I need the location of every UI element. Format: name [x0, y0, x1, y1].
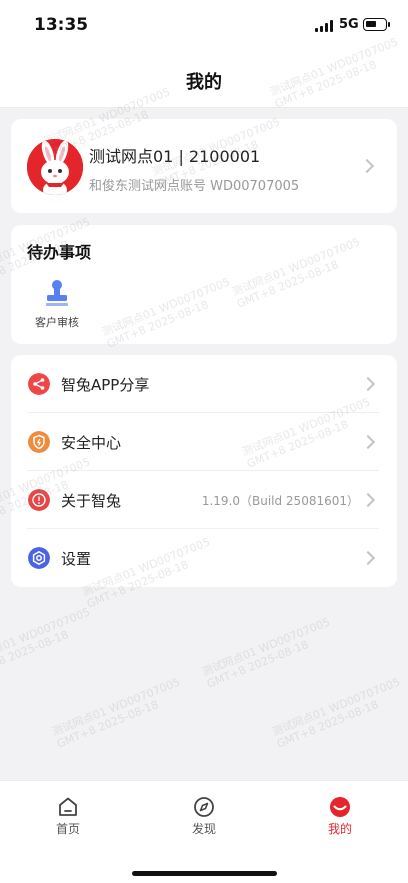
avatar	[27, 139, 83, 195]
todo-card: 待办事项 客户审核	[11, 225, 397, 344]
watermark: 测试网点01 WD00707005GMT+8 2025-08-18	[50, 675, 182, 751]
menu-item-label: 关于智兔	[61, 492, 122, 510]
tab-mine[interactable]: 我的	[310, 793, 370, 843]
tab-label: 首页	[55, 822, 80, 836]
chevron-right-icon	[360, 492, 376, 508]
todo-title: 待办事项	[27, 243, 92, 262]
app-version: 1.19.0（Build 25081601）	[201, 494, 359, 508]
info-icon	[28, 489, 50, 511]
menu-item-about[interactable]: 关于智兔 1.19.0（Build 25081601）	[11, 471, 397, 529]
chevron-right-icon	[359, 158, 375, 174]
chevron-right-icon	[360, 550, 376, 566]
tab-home[interactable]: 首页	[38, 793, 98, 843]
profile-icon	[330, 796, 350, 817]
todo-item-customer-review[interactable]: 客户审核	[25, 275, 89, 331]
tab-bar: 首页 发现 我的	[0, 780, 408, 883]
profile-name: 测试网点01 | 2100001	[89, 147, 261, 166]
menu-item-label: 设置	[61, 550, 92, 568]
menu-item-label: 安全中心	[61, 434, 122, 452]
todo-item-label: 客户审核	[35, 316, 79, 329]
watermark: 测试网点01 WD00707005GMT+8 2025-08-18	[200, 615, 332, 691]
tab-label: 我的	[327, 822, 352, 836]
rabbit-mascot-icon	[27, 139, 83, 195]
signal-icon	[315, 20, 335, 32]
home-indicator	[132, 871, 277, 876]
stamp-icon	[46, 280, 68, 306]
menu-item-share-app[interactable]: 智兔APP分享	[11, 355, 397, 413]
tab-discover[interactable]: 发现	[174, 793, 234, 843]
battery-icon	[363, 18, 390, 31]
chevron-right-icon	[360, 376, 376, 392]
gear-icon	[28, 547, 50, 569]
nav-bar: 我的	[0, 50, 408, 108]
tab-label: 发现	[191, 822, 216, 836]
menu-card: 智兔APP分享 安全中心 关于智兔 1.19.0（Build 25081601）	[11, 355, 397, 587]
status-time: 13:35	[34, 15, 89, 35]
status-bar: 13:35 5G	[0, 0, 408, 50]
watermark: 测试网点01 WD00707005GMT+8 2025-08-18	[270, 675, 402, 751]
page-title: 我的	[186, 72, 222, 93]
home-icon	[59, 797, 77, 816]
profile-card[interactable]: 测试网点01 | 2100001 和俊东测试网点账号 WD00707005	[11, 119, 397, 213]
profile-account: 和俊东测试网点账号 WD00707005	[89, 179, 300, 194]
watermark: 测试网点01 WD00707005GMT+8 2025-08-18	[0, 605, 92, 681]
chevron-right-icon	[360, 434, 376, 450]
menu-item-settings[interactable]: 设置	[11, 529, 397, 587]
shield-icon	[28, 431, 50, 453]
compass-icon	[194, 797, 214, 817]
network-type: 5G	[339, 17, 359, 32]
menu-item-label: 智兔APP分享	[61, 376, 150, 394]
menu-item-security-center[interactable]: 安全中心	[11, 413, 397, 471]
share-icon	[28, 373, 50, 395]
